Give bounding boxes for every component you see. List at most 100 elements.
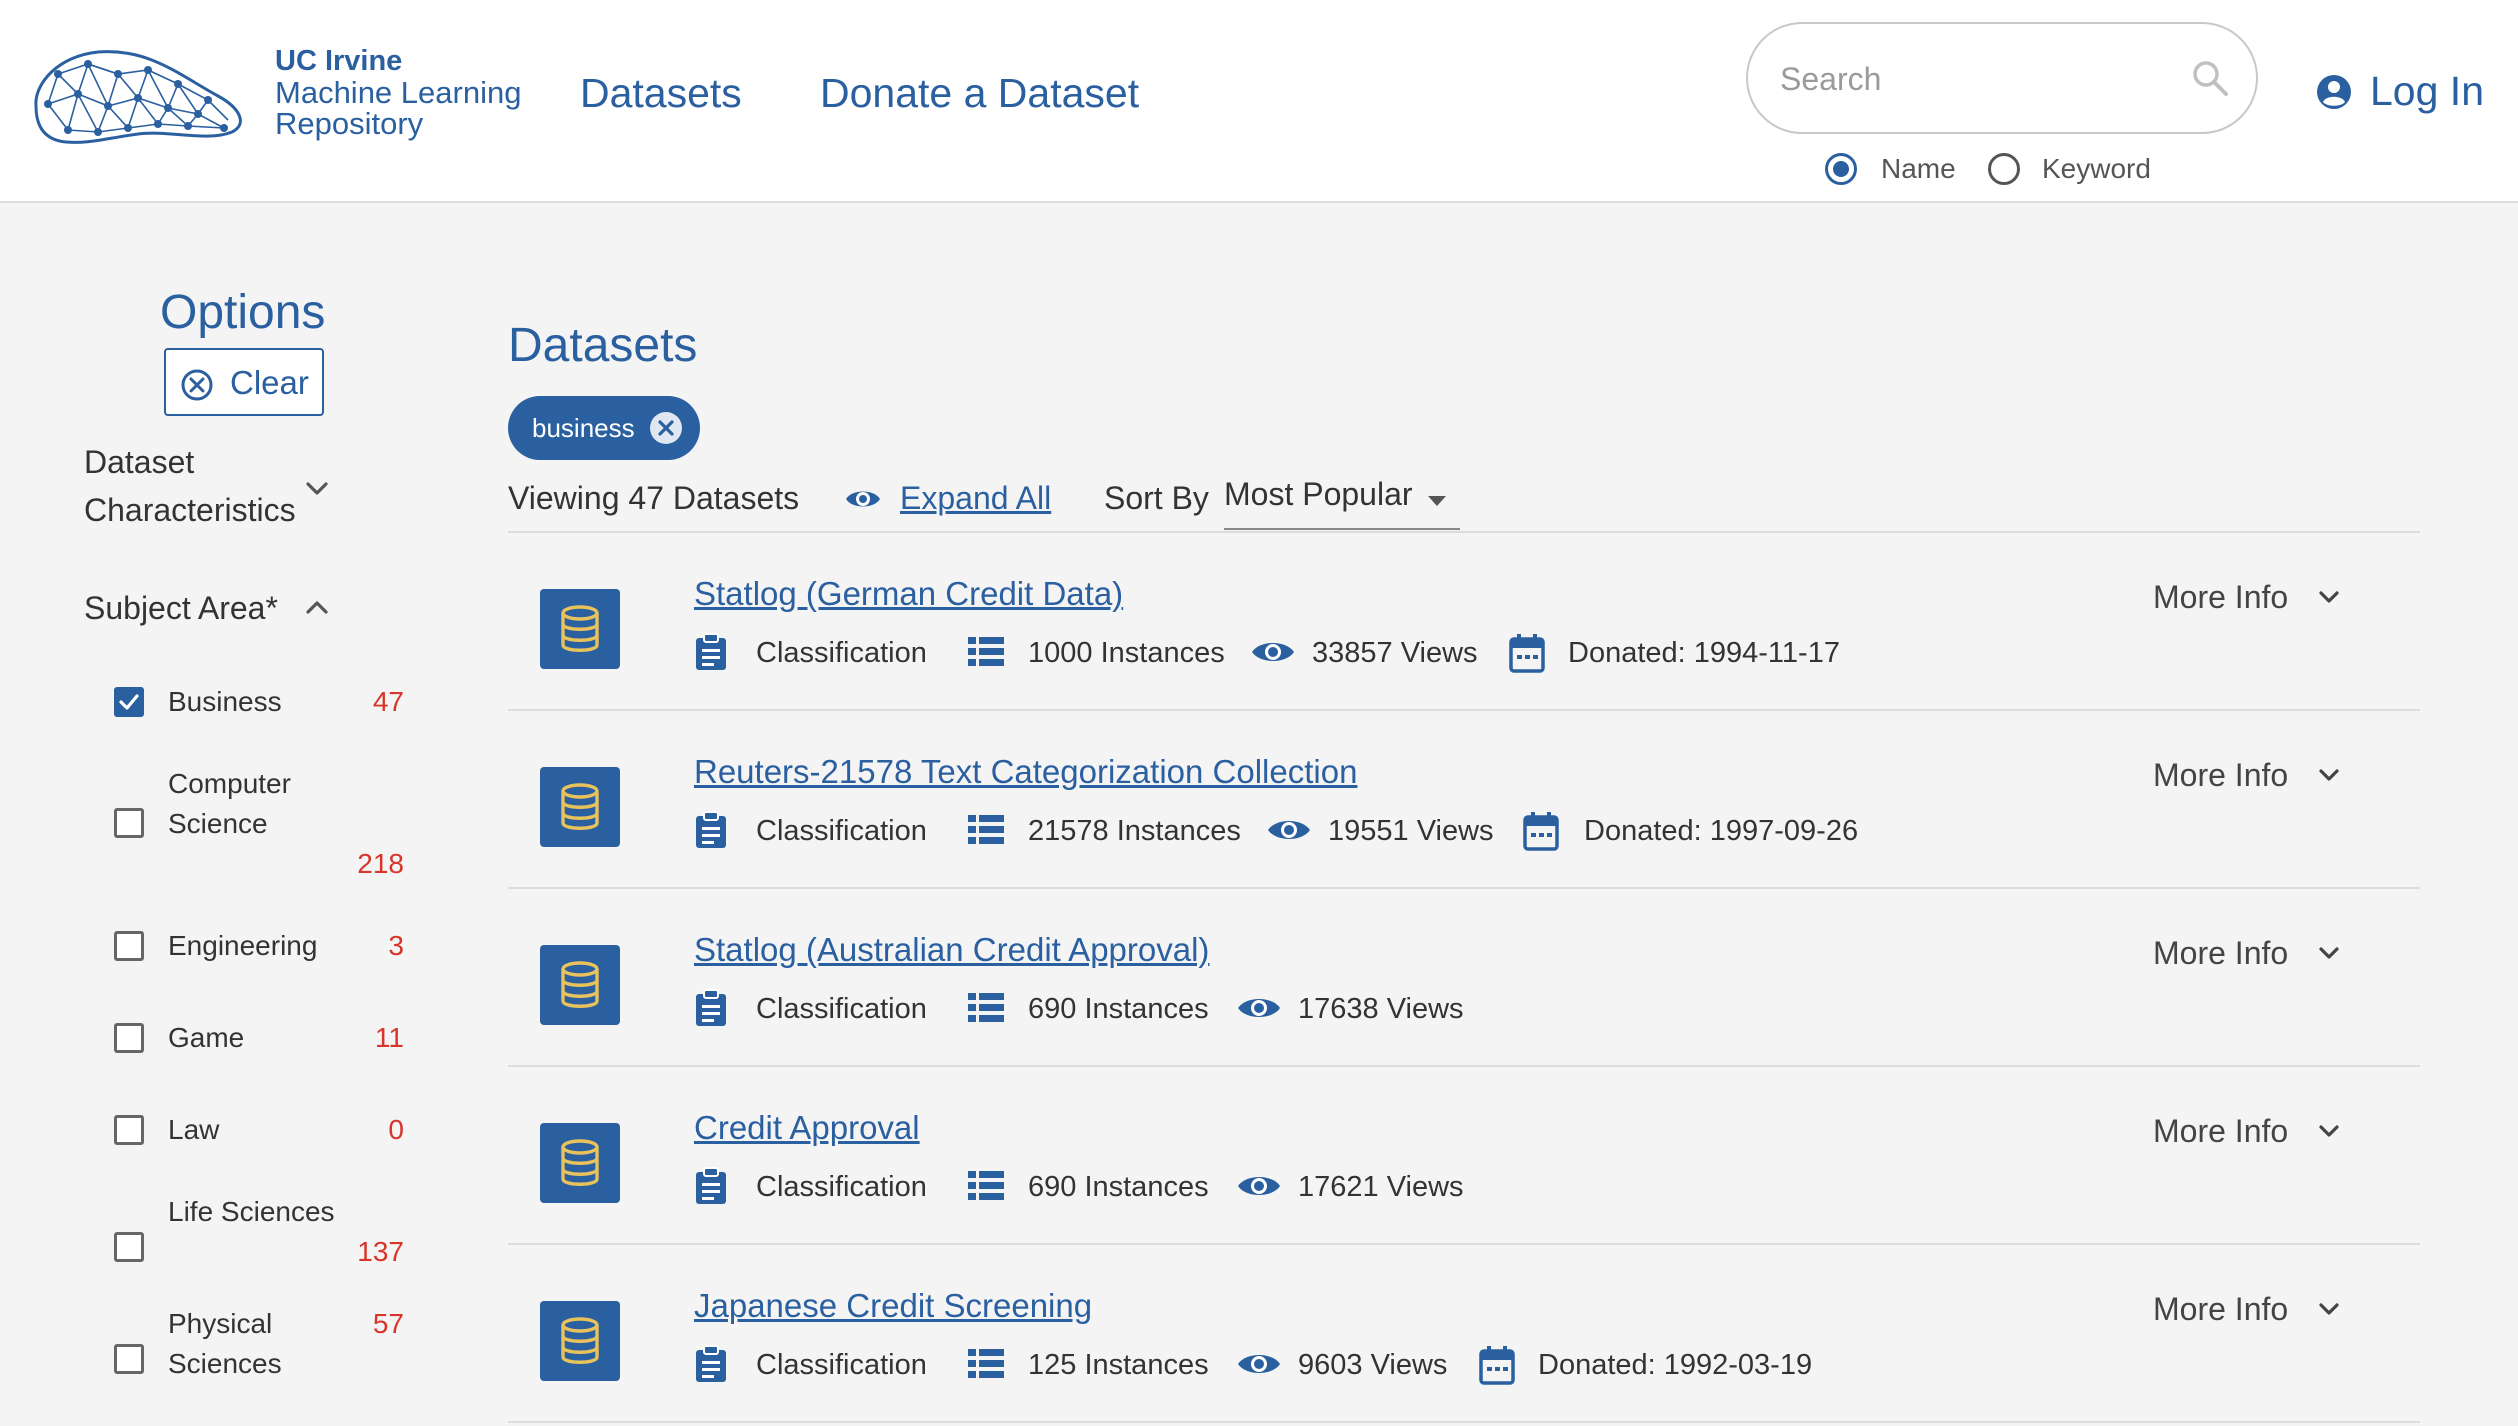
table-list-icon (968, 1171, 1004, 1200)
table-list-icon (968, 993, 1004, 1022)
computer-science-label-line-1: Computer (168, 768, 291, 799)
dataset-instances: 1000 Instances (1028, 637, 1225, 669)
dataset-row: Statlog (Australian Credit Approval) Cla… (508, 889, 2420, 1067)
views-eye-icon (1238, 999, 1280, 1017)
site-header: UC Irvine Machine Learning Repository Da… (0, 0, 2518, 203)
clipboard-icon (696, 989, 726, 1026)
dataset-database-icon (540, 767, 620, 847)
nav-donate-dataset-link[interactable]: Donate a Dataset (820, 70, 1139, 117)
dataset-donated: Donated: 1994-11-17 (1568, 637, 1840, 669)
life-sciences-label: Life Sciences (168, 1196, 335, 1227)
logo-line-2: Machine Learning (275, 75, 522, 110)
life-sciences-count: 137 (357, 1236, 404, 1267)
viewing-count: Viewing 47 Datasets (508, 480, 800, 516)
computer-science-checkbox[interactable] (114, 808, 144, 838)
views-eye-icon (1252, 643, 1294, 661)
clipboard-icon (696, 1345, 726, 1382)
more-info-label: More Info (2153, 757, 2289, 793)
subject-computer-science[interactable]: Computer Science (114, 764, 414, 854)
dataset-instances: 690 Instances (1028, 1171, 1209, 1203)
dataset-title-link[interactable]: Statlog (German Credit Data) (694, 575, 1123, 613)
chevron-up-icon[interactable] (302, 592, 332, 622)
game-checkbox[interactable] (114, 1023, 144, 1053)
life-sciences-checkbox[interactable] (114, 1232, 144, 1262)
dataset-row: Credit Approval Classification 690 Insta… (508, 1067, 2420, 1245)
chevron-down-icon[interactable] (302, 474, 332, 504)
dataset-task: Classification (756, 993, 927, 1025)
dataset-task: Classification (756, 815, 927, 847)
law-label: Law (168, 1114, 220, 1145)
chevron-down-icon (2319, 769, 2339, 781)
engineering-count: 3 (388, 930, 404, 961)
sort-by-select[interactable]: Most Popular (1224, 476, 1460, 530)
eye-icon (846, 491, 880, 507)
dataset-characteristics-toggle[interactable]: Dataset Characteristics (84, 438, 296, 534)
checkmark-icon (119, 694, 139, 710)
physical-sciences-count: 57 (372, 1308, 404, 1339)
physical-sciences-label-line-2: Sciences (168, 1348, 282, 1379)
dataset-instances: 21578 Instances (1028, 815, 1241, 847)
remove-filter-icon[interactable] (648, 410, 684, 446)
uci-anteater-logo-icon[interactable] (28, 44, 250, 148)
dataset-views: 33857 Views (1312, 637, 1478, 669)
keyword-radio[interactable] (1988, 153, 2020, 185)
game-label: Game (168, 1022, 245, 1053)
dataset-instances: 690 Instances (1028, 993, 1209, 1025)
business-checkbox[interactable] (114, 687, 144, 717)
dataset-views: 19551 Views (1328, 815, 1494, 847)
chevron-down-icon (2319, 591, 2339, 603)
subject-area-toggle[interactable]: Subject Area* (84, 584, 278, 632)
chevron-down-icon (2319, 1125, 2339, 1137)
dataset-row: Statlog (German Credit Data) Classificat… (508, 533, 2420, 711)
search-icon[interactable] (2190, 58, 2230, 98)
login-label: Log In (2370, 68, 2484, 114)
views-eye-icon (1238, 1177, 1280, 1195)
keyword-radio-label: Keyword (2042, 153, 2151, 184)
law-count: 0 (388, 1114, 404, 1145)
clear-filters-button[interactable]: Clear (164, 348, 324, 416)
business-label: Business (168, 686, 282, 717)
dataset-title-link[interactable]: Japanese Credit Screening (694, 1287, 1092, 1325)
dataset-characteristics-line-2: Characteristics (84, 492, 296, 528)
clipboard-icon (696, 633, 726, 670)
views-eye-icon (1238, 1355, 1280, 1373)
sort-by-label: Sort By (1104, 480, 1209, 516)
dataset-row: Reuters-21578 Text Categorization Collec… (508, 711, 2420, 889)
table-list-icon (968, 1349, 1004, 1378)
more-info-label: More Info (2153, 935, 2289, 971)
dataset-database-icon (540, 1123, 620, 1203)
more-info-label: More Info (2153, 1113, 2289, 1149)
dataset-database-icon (540, 589, 620, 669)
dataset-database-icon (540, 945, 620, 1025)
site-logo-text[interactable]: UC Irvine Machine Learning Repository (275, 45, 522, 140)
nav-datasets-link[interactable]: Datasets (580, 70, 742, 117)
logo-line-1: UC Irvine (275, 45, 403, 77)
dataset-task: Classification (756, 1349, 927, 1381)
dataset-database-icon (540, 1301, 620, 1381)
name-radio-label: Name (1881, 153, 1956, 184)
physical-sciences-checkbox[interactable] (114, 1344, 144, 1374)
computer-science-count: 218 (357, 848, 404, 879)
table-list-icon (968, 815, 1004, 844)
options-title: Options (160, 286, 326, 339)
dataset-title-link[interactable]: Credit Approval (694, 1109, 920, 1147)
dataset-title-link[interactable]: Reuters-21578 Text Categorization Collec… (694, 753, 1357, 791)
table-list-icon (968, 637, 1004, 666)
search-input[interactable] (1780, 52, 2160, 106)
clipboard-icon (696, 1167, 726, 1204)
more-info-label: More Info (2153, 579, 2289, 615)
views-eye-icon (1268, 821, 1310, 839)
calendar-icon (1479, 1346, 1515, 1385)
filter-chip-business: business (508, 396, 700, 460)
engineering-checkbox[interactable] (114, 931, 144, 961)
dataset-donated: Donated: 1992-03-19 (1538, 1349, 1813, 1381)
clear-label: Clear (230, 364, 309, 401)
law-checkbox[interactable] (114, 1115, 144, 1145)
dataset-title-link[interactable]: Statlog (Australian Credit Approval) (694, 931, 1209, 969)
name-radio[interactable] (1825, 153, 1857, 185)
filter-chip-label: business (532, 413, 635, 443)
engineering-label: Engineering (168, 930, 318, 961)
calendar-icon (1509, 634, 1545, 673)
dataset-donated: Donated: 1997-09-26 (1584, 815, 1859, 847)
chevron-down-icon (2319, 1303, 2339, 1315)
